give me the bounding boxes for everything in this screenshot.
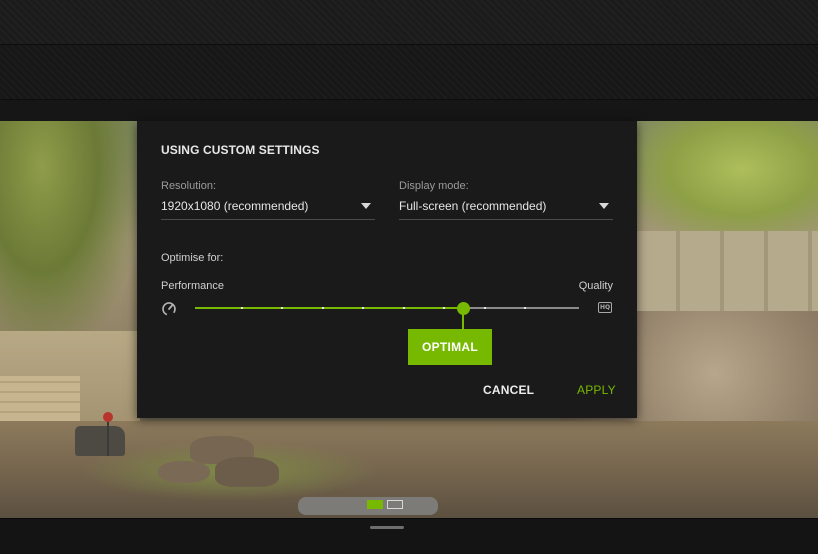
- display-mode-field: Display mode: Full-screen (recommended): [399, 180, 613, 220]
- display-mode-label: Display mode:: [399, 180, 469, 192]
- drag-handle[interactable]: [370, 526, 404, 529]
- slider-stem: [461, 314, 464, 330]
- header-gap: [0, 100, 818, 121]
- slider-tick: [443, 307, 446, 309]
- quality-label: Quality: [578, 280, 613, 292]
- slider-tick: [524, 307, 527, 309]
- screenshot-pager: [367, 500, 403, 510]
- scene-stop-sign: [103, 412, 113, 422]
- scene-rock: [215, 457, 279, 487]
- display-mode-value: Full-screen (recommended): [399, 199, 547, 213]
- slider-tick: [321, 307, 324, 309]
- pager-dot-1[interactable]: [367, 500, 383, 509]
- scene-rock: [158, 461, 210, 483]
- optimise-label: Optimise for:: [161, 252, 224, 264]
- optimise-slider[interactable]: [195, 302, 579, 330]
- scene-trees-right: [628, 121, 818, 241]
- resolution-select[interactable]: 1920x1080 (recommended): [161, 197, 375, 220]
- display-mode-select[interactable]: Full-screen (recommended): [399, 197, 613, 220]
- speedometer-icon: [162, 302, 176, 316]
- performance-label: Performance: [161, 280, 224, 292]
- scene-trees-left: [0, 121, 140, 351]
- game-optimization-page: USING CUSTOM SETTINGS Resolution: 1920x1…: [0, 0, 818, 554]
- chevron-down-icon: [361, 203, 371, 209]
- slider-fill: [195, 307, 463, 309]
- optimal-badge: OPTIMAL: [408, 329, 492, 365]
- scene-car: [75, 426, 125, 456]
- resolution-field: Resolution: 1920x1080 (recommended): [161, 180, 375, 220]
- cancel-button[interactable]: CANCEL: [483, 383, 534, 397]
- slider-tick: [402, 307, 405, 309]
- game-header-band: [0, 45, 818, 100]
- slider-tick: [240, 307, 243, 309]
- slider-tick: [281, 307, 284, 309]
- slider-tick: [362, 307, 365, 309]
- hq-icon: HQ: [598, 302, 612, 313]
- pager-dot-2[interactable]: [387, 500, 403, 509]
- bottom-bar: [0, 518, 818, 554]
- chevron-down-icon: [599, 203, 609, 209]
- scene-sign-pole: [107, 421, 109, 456]
- slider-thumb[interactable]: [456, 302, 470, 315]
- custom-settings-panel: USING CUSTOM SETTINGS Resolution: 1920x1…: [137, 121, 637, 418]
- resolution-value: 1920x1080 (recommended): [161, 199, 309, 213]
- slider-tick: [483, 307, 486, 309]
- panel-title: USING CUSTOM SETTINGS: [161, 143, 320, 157]
- apply-button[interactable]: APPLY: [577, 383, 616, 397]
- top-bar: [0, 0, 818, 45]
- resolution-label: Resolution:: [161, 180, 217, 192]
